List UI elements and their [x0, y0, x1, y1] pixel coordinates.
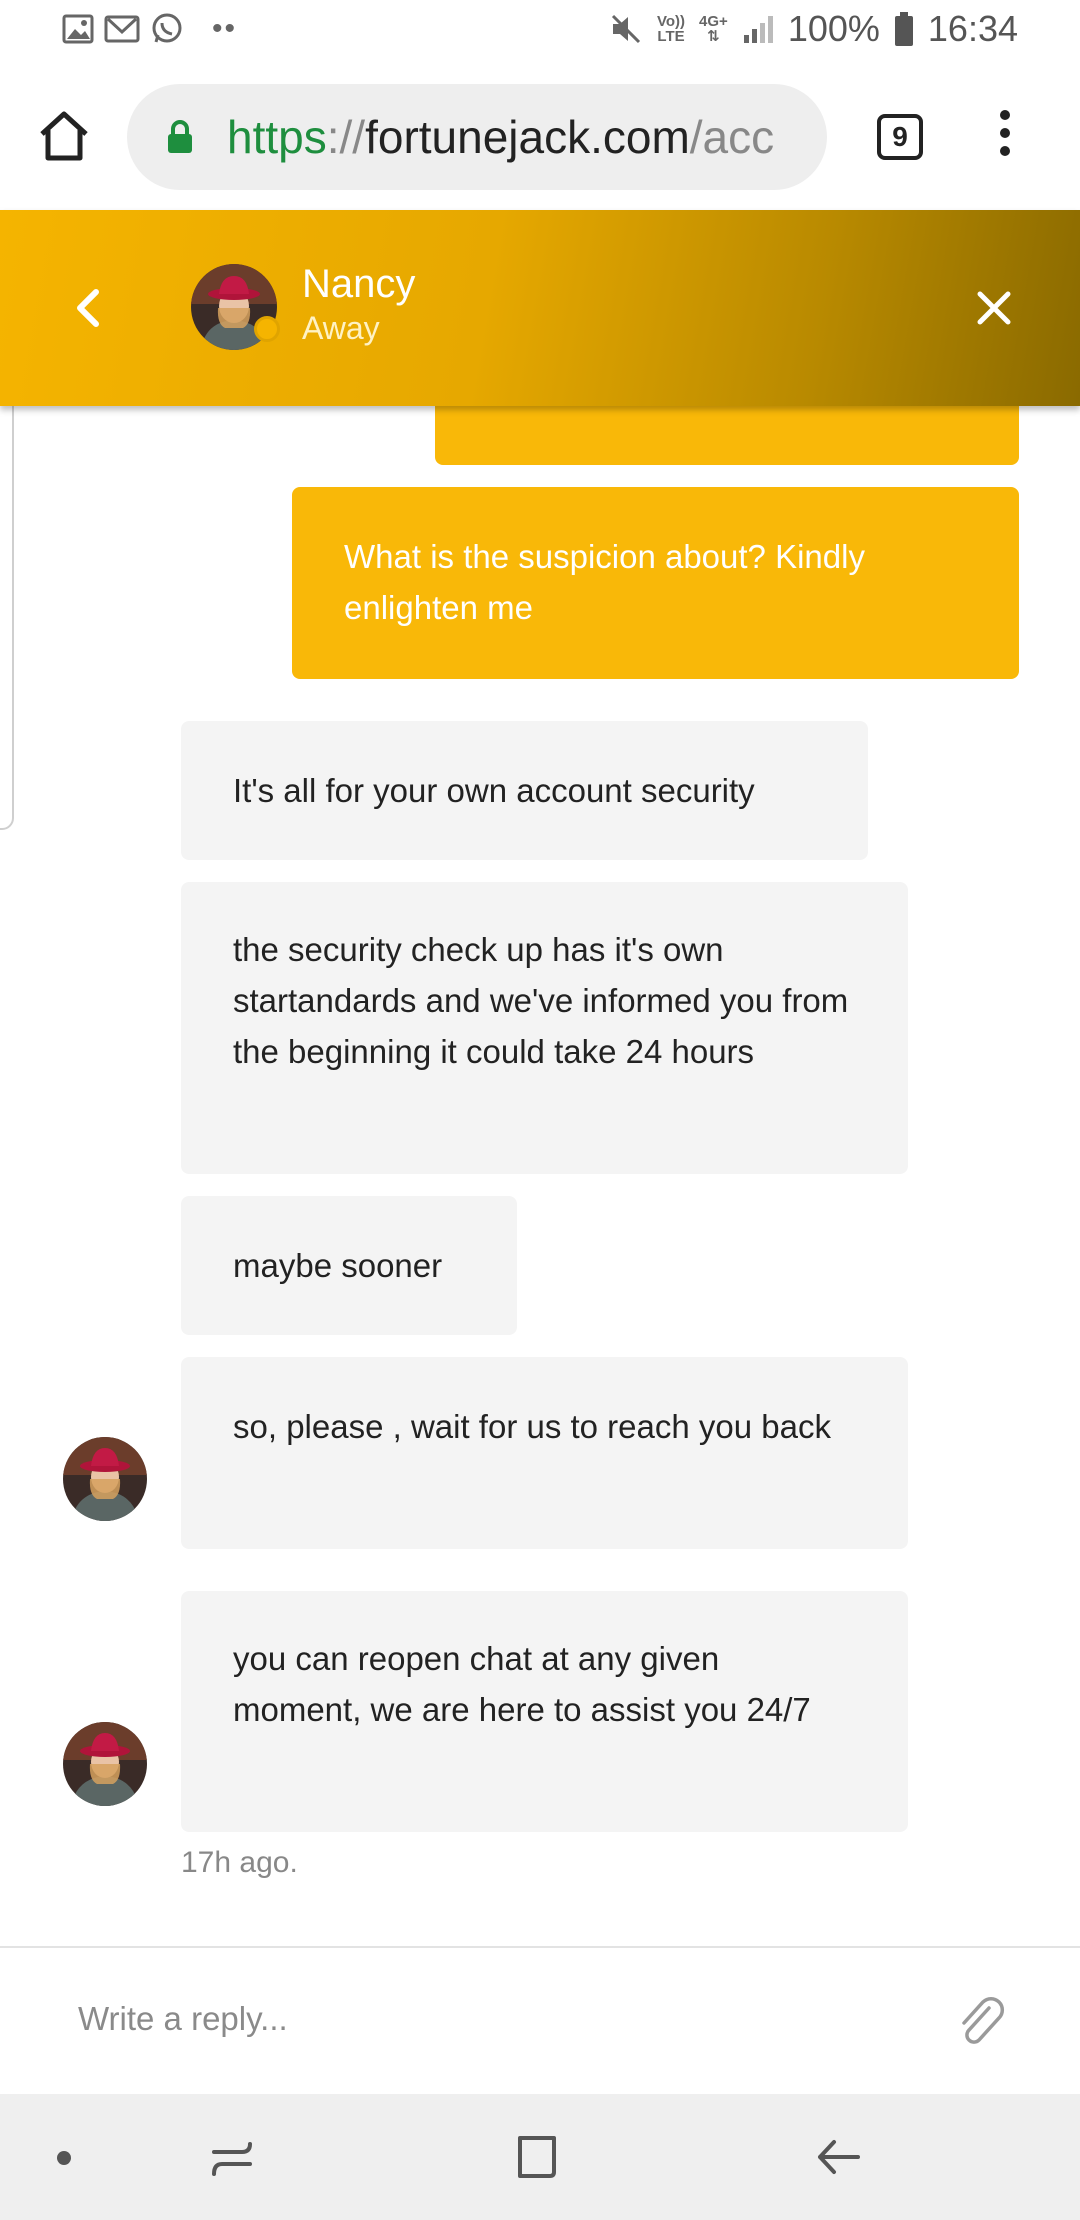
user-message-bubble: What is the suspicion about? Kindly enli… [292, 487, 1019, 679]
battery-icon [894, 12, 913, 46]
message-timestamp: 17h ago. [181, 1846, 298, 1879]
volte-indicator: Vo)) LTE [657, 14, 685, 44]
close-icon[interactable] [976, 290, 1012, 326]
home-icon[interactable] [38, 110, 90, 162]
agent-message-text: It's all for your own account security [233, 772, 755, 809]
agent-avatar-small [63, 1437, 147, 1521]
url-separator: :// [326, 111, 366, 163]
reply-composer [0, 1946, 1080, 2096]
agent-message-bubble: maybe sooner [181, 1196, 517, 1335]
nav-dot-icon[interactable] [56, 2150, 72, 2166]
agent-message-bubble: the security check up has it's own start… [181, 882, 908, 1174]
url-text: https://fortunejack.com/acc [227, 109, 774, 165]
mute-icon [611, 14, 641, 44]
agent-message-text: you can reopen chat at any given moment,… [233, 1640, 811, 1728]
agent-status: Away [302, 310, 380, 346]
agent-name: Nancy [302, 262, 416, 306]
user-message-text: What is the suspicion about? Kindly enli… [344, 538, 865, 626]
lock-icon [168, 120, 192, 153]
gmail-icon [104, 15, 140, 43]
battery-percent: 100% [787, 8, 880, 49]
data-arrows-icon: ⇅ [707, 28, 720, 45]
agent-message-bubble: you can reopen chat at any given moment,… [181, 1591, 908, 1832]
chevron-left-icon[interactable] [72, 288, 102, 328]
network-type-label: 4G+ [699, 13, 728, 30]
whatsapp-icon [152, 13, 182, 43]
agent-message-text: the security check up has it's own start… [233, 931, 849, 1070]
system-nav-bar [0, 2094, 1080, 2220]
browser-toolbar: https://fortunejack.com/acc 9 [0, 64, 1080, 210]
status-bar-notifications: •• [62, 12, 237, 46]
tab-switcher-button[interactable]: 9 [877, 114, 923, 160]
image-icon [62, 14, 94, 44]
network-type: 4G+ ⇅ [699, 14, 728, 44]
url-host: fortunejack.com [365, 111, 690, 163]
browser-menu-icon[interactable] [990, 110, 1020, 166]
agent-message-text: so, please , wait for us to reach you ba… [233, 1408, 831, 1445]
status-bar-system: Vo)) LTE 4G+ ⇅ 100% 16:34 [609, 8, 1018, 50]
clock: 16:34 [927, 8, 1018, 49]
volte-bottom: LTE [657, 28, 685, 45]
back-nav-icon[interactable] [814, 2132, 864, 2182]
agent-message-bubble: It's all for your own account security [181, 721, 868, 860]
url-path: /acc [689, 111, 775, 163]
agent-message-bubble: so, please , wait for us to reach you ba… [181, 1357, 908, 1549]
volte-top: Vo)) [657, 13, 686, 30]
url-scheme: https [227, 111, 327, 163]
paperclip-icon[interactable] [955, 1994, 1007, 2050]
more-notifications-indicator: •• [212, 12, 238, 45]
signal-icon [743, 16, 773, 43]
side-panel-edge [0, 378, 14, 830]
agent-avatar-small [63, 1722, 147, 1806]
address-bar[interactable]: https://fortunejack.com/acc [127, 84, 827, 190]
reply-input[interactable] [76, 1988, 920, 2050]
chat-header: Nancy Away [0, 210, 1080, 406]
recent-apps-icon[interactable] [208, 2132, 258, 2182]
away-status-dot [254, 316, 280, 342]
home-nav-icon[interactable] [512, 2132, 562, 2182]
agent-message-text: maybe sooner [233, 1247, 443, 1284]
status-bar: •• Vo)) LTE 4G+ ⇅ 100% 16:34 [0, 0, 1080, 64]
